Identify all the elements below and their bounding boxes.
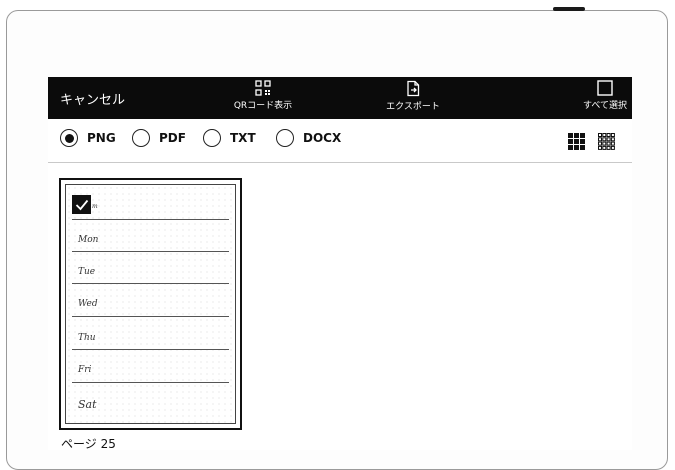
select-all-checkbox-icon — [597, 80, 613, 96]
format-label-txt: TXT — [230, 131, 256, 145]
handwritten-day-mon: Mon — [78, 235, 99, 245]
qr-code-button[interactable]: QRコード表示 — [228, 80, 298, 111]
export-screen: キャンセル QRコード表示 エクスポート すべて選択 PNG PDF TXT D… — [48, 77, 632, 450]
select-all-label: すべて選択 — [583, 101, 628, 111]
format-radio-txt[interactable]: TXT — [203, 129, 256, 147]
format-label-docx: DOCX — [303, 131, 342, 145]
qr-code-label: QRコード表示 — [233, 101, 293, 111]
handwritten-day-fri: Fri — [78, 365, 92, 375]
handwritten-day-wed: Wed — [78, 299, 98, 309]
ruled-line — [72, 283, 229, 284]
format-label-pdf: PDF — [159, 131, 186, 145]
thumbnail-page-preview: m Mon Tue Wed Thu Fri Sat — [65, 184, 236, 424]
power-button — [553, 7, 585, 11]
ruled-line — [72, 251, 229, 252]
handwritten-day-sat: Sat — [78, 398, 97, 411]
top-toolbar: キャンセル QRコード表示 エクスポート すべて選択 — [48, 77, 632, 119]
ruled-line — [72, 219, 229, 220]
page-thumbnail[interactable]: m Mon Tue Wed Thu Fri Sat — [59, 178, 242, 430]
small-grid-view-icon[interactable] — [598, 133, 615, 150]
large-grid-view-icon[interactable] — [568, 133, 585, 150]
handwritten-day-thu: Thu — [78, 333, 96, 343]
format-label-png: PNG — [87, 131, 116, 145]
checkmark-icon — [75, 199, 88, 210]
radio-empty-icon — [276, 129, 294, 147]
qr-code-icon — [255, 80, 271, 96]
handwritten-mark: m — [92, 203, 98, 210]
ruled-line — [72, 349, 229, 350]
format-options-bar: PNG PDF TXT DOCX — [48, 119, 632, 163]
ruled-line — [72, 316, 229, 317]
thumbnail-checkbox[interactable] — [72, 195, 91, 214]
select-all-button[interactable]: すべて選択 — [583, 80, 627, 111]
export-label: エクスポート — [386, 102, 440, 112]
cancel-button[interactable]: キャンセル — [60, 89, 125, 108]
radio-empty-icon — [203, 129, 221, 147]
page-number-label: ページ 25 — [61, 437, 116, 450]
radio-empty-icon — [132, 129, 150, 147]
export-button[interactable]: エクスポート — [383, 80, 443, 112]
radio-selected-icon — [60, 129, 78, 147]
format-radio-png[interactable]: PNG — [60, 129, 116, 147]
handwritten-day-tue: Tue — [78, 267, 96, 277]
ruled-line — [72, 382, 229, 383]
format-radio-docx[interactable]: DOCX — [276, 129, 341, 147]
format-radio-pdf[interactable]: PDF — [132, 129, 186, 147]
export-icon — [407, 80, 420, 97]
